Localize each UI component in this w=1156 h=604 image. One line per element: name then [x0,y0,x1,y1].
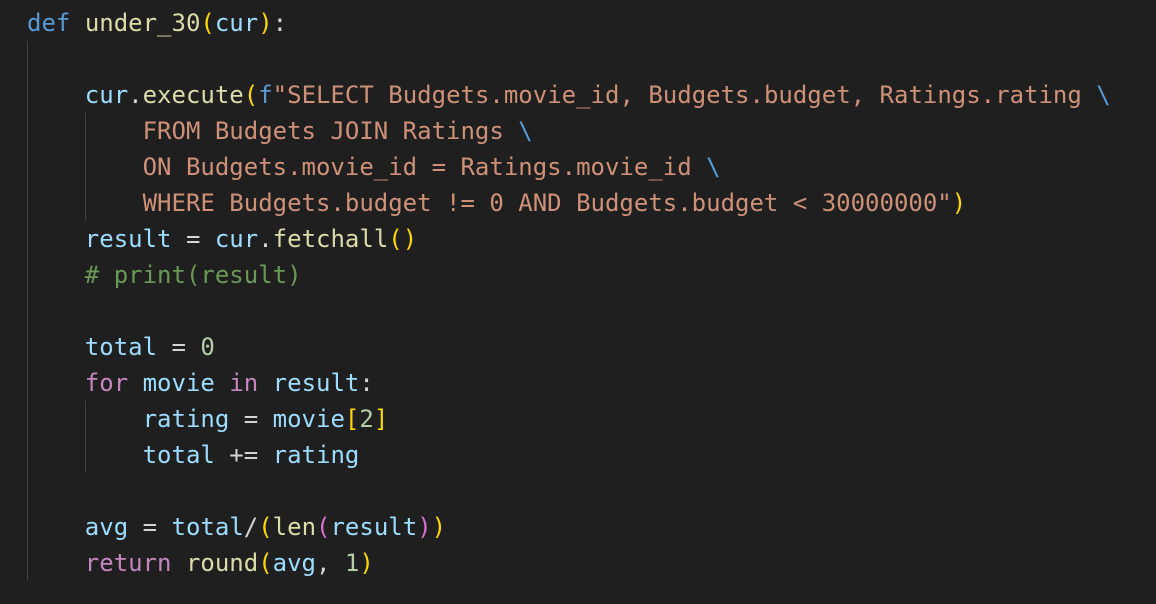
code-token: = [157,333,201,361]
code-token: = [128,513,172,541]
code-token: total [142,441,215,469]
code-token: for [84,369,129,397]
code-token: result [330,513,418,541]
code-line: WHERE Budgets.budget != 0 AND Budgets.bu… [27,185,967,221]
code-token: ( [258,513,273,541]
code-token: 1 [344,549,360,577]
code-line: rating = movie[2] [27,401,389,437]
code-token: ( [243,81,259,109]
code-token: [ [344,405,360,433]
code-token: \ [1096,81,1111,109]
code-token: round [185,549,259,577]
code-token: \ [706,153,721,181]
code-token: under_30 [84,9,201,37]
code-token: . [128,81,143,109]
code-line: cur.execute(f"SELECT Budgets.movie_id, B… [27,77,1111,113]
code-token: cur [214,9,259,37]
code-token: len [272,513,317,541]
code-token: ( [258,549,273,577]
code-token: fetchall [272,225,389,253]
code-token: ) [417,513,432,541]
code-token: = [229,405,273,433]
code-token: total [84,333,158,361]
code-token: () [388,225,418,253]
code-token: += [214,441,273,469]
code-token: ) [951,189,967,217]
code-token: # print(result) [84,261,302,289]
code-token: = [171,225,215,253]
code-line: result = cur.fetchall() [27,221,417,257]
code-token: def [27,9,71,37]
code-token: execute [142,81,244,109]
code-token: FROM Budgets JOIN Ratings [27,117,519,145]
code-line: for movie in result: [27,365,374,401]
code-token: ON Budgets.movie_id = Ratings.movie_id [27,153,707,181]
code-token: ( [200,9,215,37]
code-token: rating [272,441,360,469]
code-token: ( [316,513,331,541]
code-token: WHERE Budgets.budget != 0 AND Budgets.bu… [27,189,952,217]
code-token: : [272,9,288,37]
code-token: cur [84,81,129,109]
code-token: movie [142,369,215,397]
code-token: 2 [359,405,374,433]
code-token: in [229,369,259,397]
code-line: ON Budgets.movie_id = Ratings.movie_id \ [27,149,721,185]
code-token: total [171,513,244,541]
code-line: def under_30(cur): [27,5,287,41]
code-token: 0 [200,333,215,361]
code-token: movie [272,405,345,433]
code-token: \ [518,117,533,145]
code-token: / [243,513,259,541]
code-token: "SELECT Budgets.movie_id, Budgets.budget… [272,81,1097,109]
code-token: avg [84,513,129,541]
code-line: total = 0 [27,329,215,365]
code-token: . [258,225,273,253]
code-token: ) [258,9,273,37]
code-token: rating [142,405,230,433]
code-token: ] [373,405,389,433]
code-token: ) [359,549,374,577]
code-line: FROM Budgets JOIN Ratings \ [27,113,533,149]
code-token: , [316,549,345,577]
code-token: ) [431,513,447,541]
code-line: # print(result) [27,257,302,293]
code-token: return [84,549,172,577]
code-line: avg = total/(len(result)) [27,509,446,545]
code-token: avg [272,549,317,577]
code-line: return round(avg, 1) [27,545,374,581]
code-token: : [359,369,374,397]
code-token: f [258,81,273,109]
code-token: result [84,225,172,253]
code-token: cur [214,225,259,253]
code-line: total += rating [27,437,360,473]
code-token: result [272,369,360,397]
code-editor[interactable]: def under_30(cur): cur.execute(f"SELECT … [0,0,1156,604]
